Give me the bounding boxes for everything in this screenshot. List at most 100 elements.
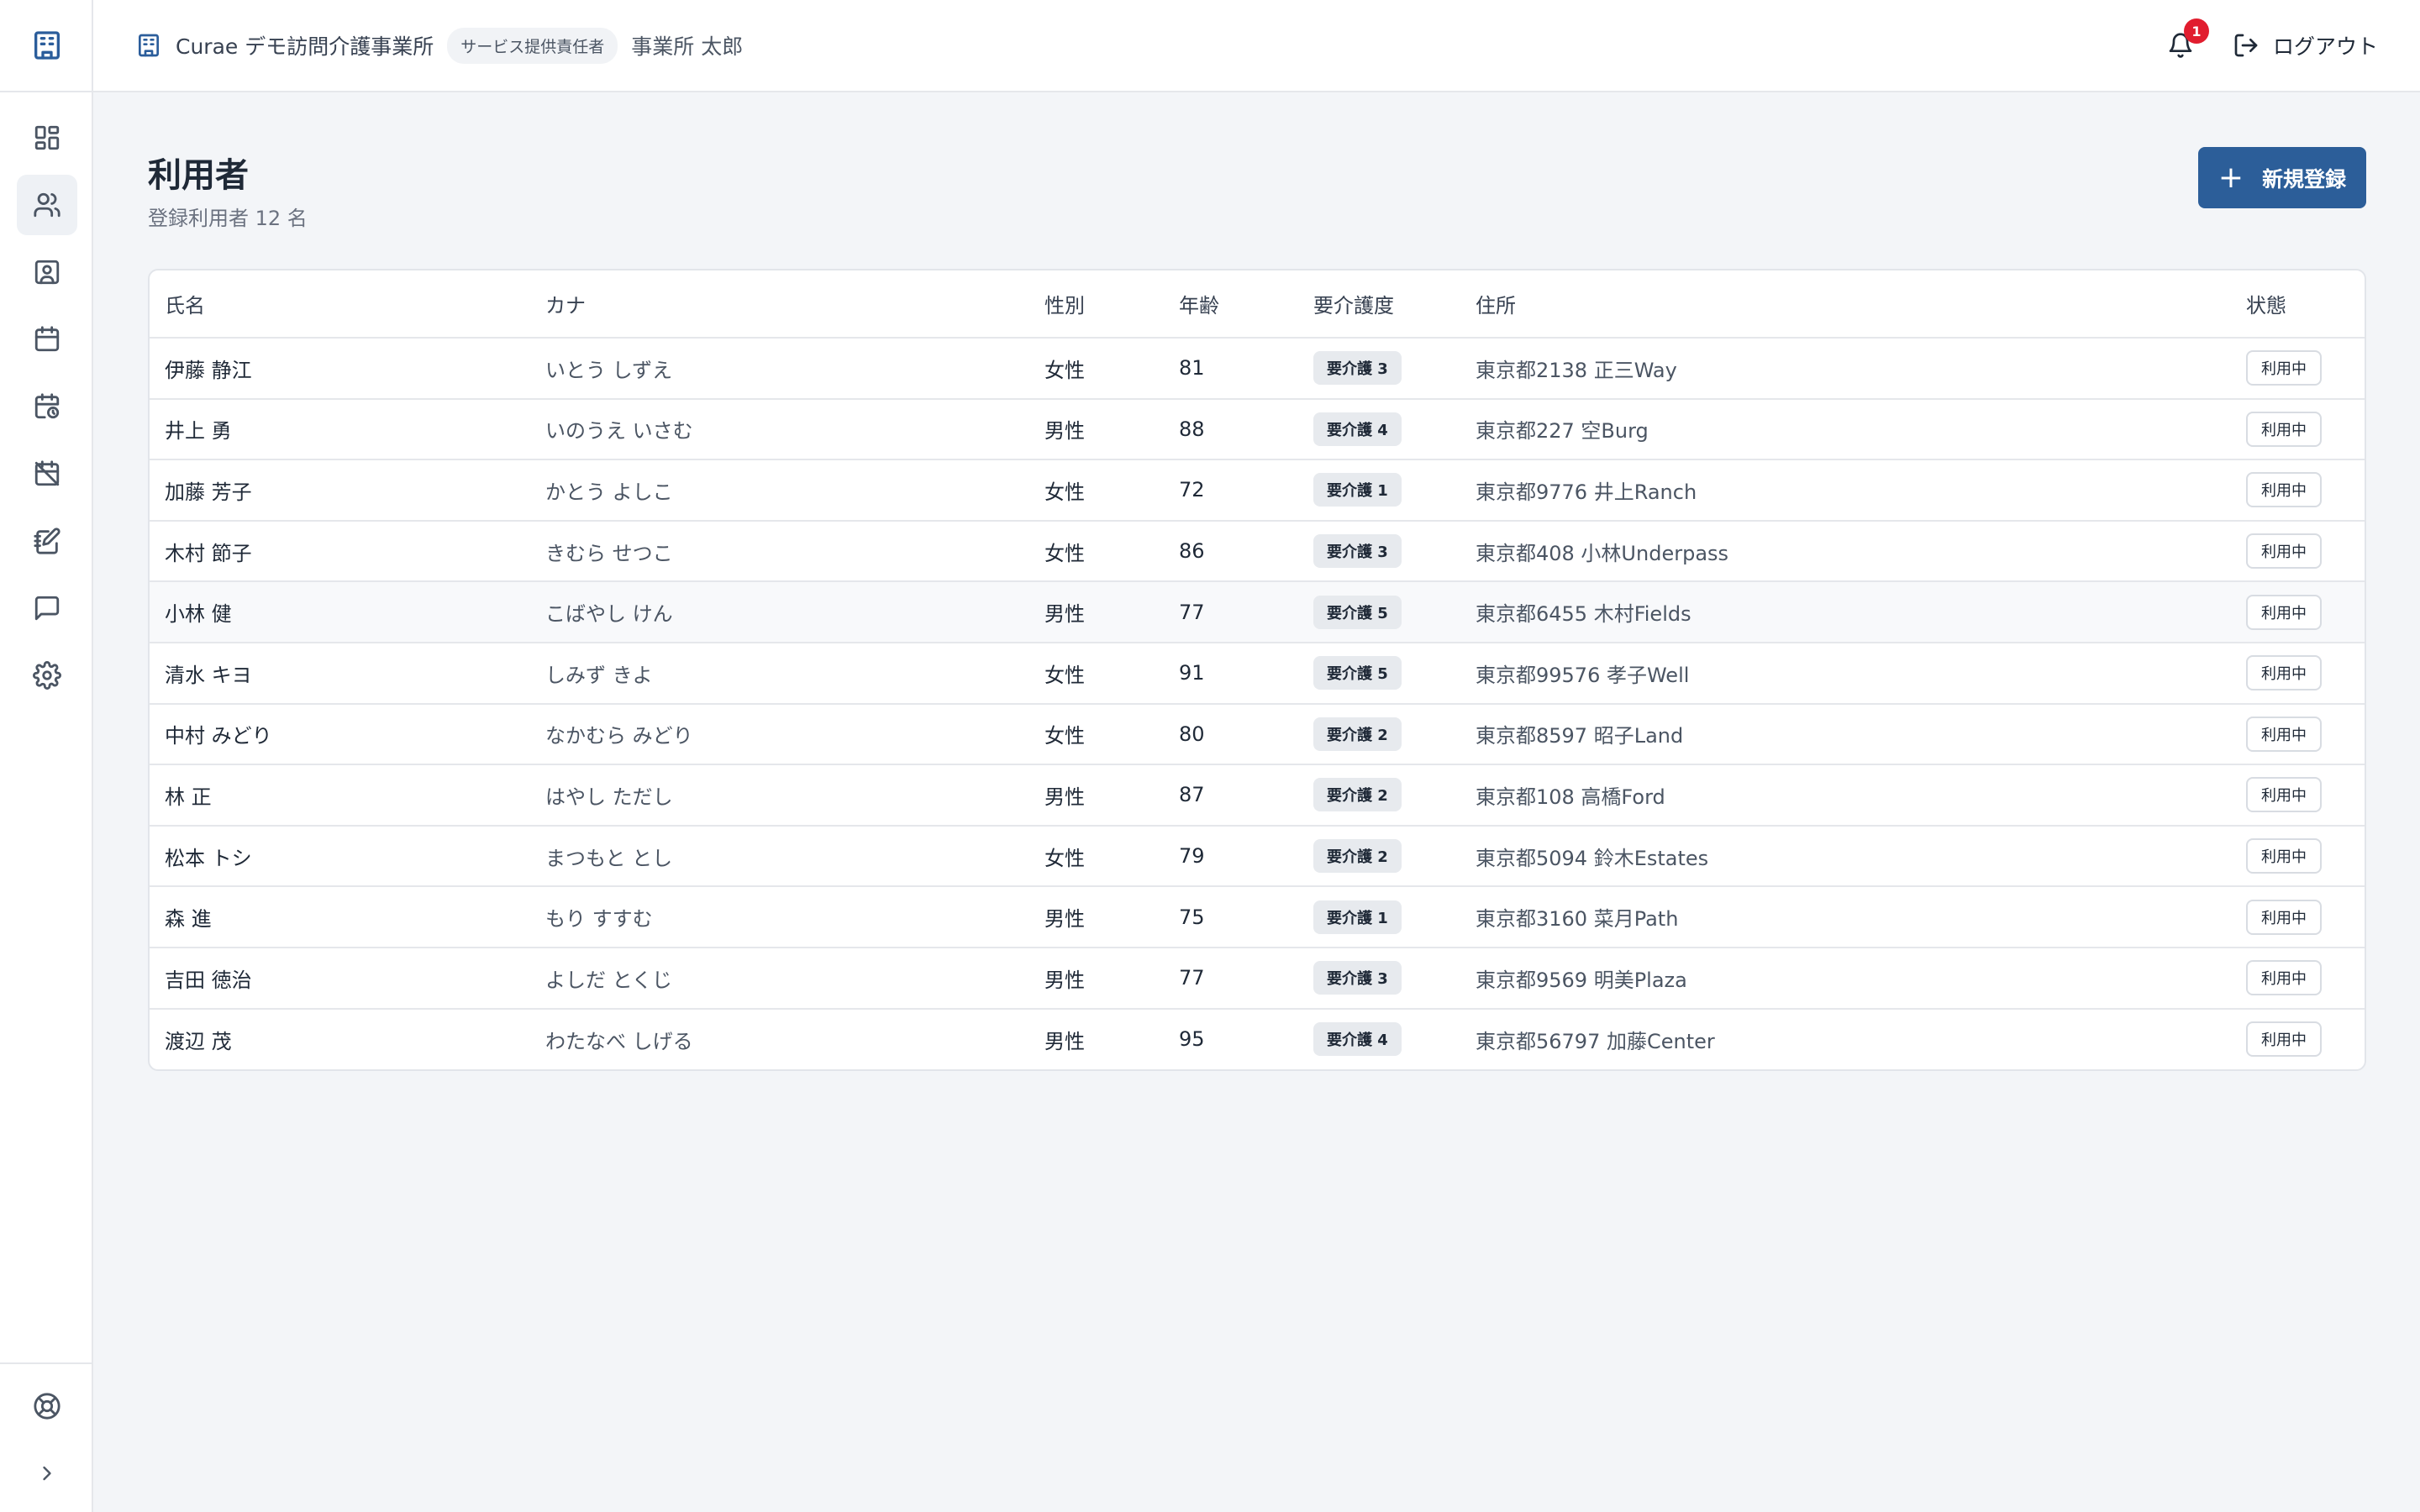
column-header-address[interactable]: 住所	[1460, 270, 2231, 339]
page-subtitle: 登録利用者 12 名	[148, 207, 308, 230]
address-text: 東京都99576 孝子Well	[1476, 663, 1690, 687]
building-icon	[34, 31, 60, 60]
app-logo[interactable]	[0, 0, 93, 92]
contact-card-icon	[34, 260, 59, 285]
cell-care-level: 要介護 4	[1298, 398, 1460, 461]
cell-kana: もり すすむ	[530, 886, 1029, 948]
cell-status: 利用中	[2231, 581, 2365, 643]
cell-age: 91	[1164, 642, 1298, 705]
logout-button[interactable]: ログアウト	[2233, 30, 2378, 60]
cell-age: 77	[1164, 947, 1298, 1010]
cell-gender: 女性	[1029, 338, 1164, 400]
user-name-text: 吉田 徳治	[165, 968, 252, 992]
gender-text: 女性	[1044, 358, 1085, 382]
cell-status: 利用中	[2231, 398, 2365, 461]
building-icon	[135, 32, 162, 59]
column-header-care-level[interactable]: 要介護度	[1298, 270, 1460, 339]
table-row[interactable]: 清水 キヨ しみず きよ 女性 91 要介護 5 東京都99576 孝子Well 利用中	[150, 642, 2365, 705]
cell-kana: なかむら みどり	[530, 703, 1029, 766]
cell-care-level: 要介護 2	[1298, 703, 1460, 766]
cell-name: 小林 健	[150, 581, 530, 643]
cell-kana: かとう よしこ	[530, 459, 1029, 522]
age-text: 79	[1179, 844, 1205, 869]
table-row[interactable]: 吉田 徳治 よしだ とくじ 男性 77 要介護 3 東京都9569 明美Plaza 利用中	[150, 947, 2365, 1010]
cell-care-level: 要介護 3	[1298, 947, 1460, 1010]
gender-text: 女性	[1044, 480, 1085, 504]
care-level-badge: 要介護 2	[1313, 717, 1402, 751]
table-row[interactable]: 伊藤 静江 いとう しずえ 女性 81 要介護 3 東京都2138 正三Way 利用中	[150, 338, 2365, 400]
new-registration-button[interactable]: + 新規登録	[2198, 147, 2366, 208]
status-badge: 利用中	[2246, 472, 2322, 508]
cell-age: 72	[1164, 459, 1298, 522]
kana-text: いとう しずえ	[545, 358, 673, 382]
sidebar-item-users[interactable]	[16, 175, 77, 235]
sidebar-item-records[interactable]	[17, 511, 77, 571]
status-badge: 利用中	[2246, 655, 2322, 691]
sidebar-item-schedule[interactable]	[17, 376, 77, 437]
kana-text: しみず きよ	[545, 663, 653, 687]
cell-gender: 女性	[1029, 520, 1164, 583]
sidebar-item-cancellations[interactable]	[17, 444, 77, 504]
table-row[interactable]: 中村 みどり なかむら みどり 女性 80 要介護 2 東京都8597 昭子Land 利用中	[150, 703, 2365, 766]
cell-kana: よしだ とくじ	[530, 947, 1029, 1010]
column-header-age[interactable]: 年齢	[1164, 270, 1298, 339]
column-header-status[interactable]: 状態	[2231, 270, 2365, 339]
age-text: 80	[1179, 722, 1205, 746]
cell-address: 東京都227 空Burg	[1460, 398, 2231, 461]
sidebar-item-messages[interactable]	[17, 578, 77, 638]
column-header-gender[interactable]: 性別	[1029, 270, 1164, 339]
address-text: 東京都227 空Burg	[1476, 419, 1649, 444]
cell-name: 伊藤 静江	[150, 338, 530, 400]
age-text: 86	[1179, 539, 1205, 564]
role-badge: サービス提供責任者	[447, 27, 618, 64]
cell-status: 利用中	[2231, 1009, 2365, 1070]
age-text: 95	[1179, 1027, 1205, 1052]
sidebar-item-dashboard[interactable]	[17, 108, 77, 168]
table-row[interactable]: 加藤 芳子 かとう よしこ 女性 72 要介護 1 東京都9776 井上Ranch 利用中	[150, 459, 2365, 522]
age-text: 77	[1179, 600, 1205, 624]
cell-kana: わたなべ しげる	[530, 1009, 1029, 1070]
cell-age: 86	[1164, 520, 1298, 583]
notifications-button[interactable]: 1	[2167, 18, 2209, 59]
table-row[interactable]: 松本 トシ まつもと とし 女性 79 要介護 2 東京都5094 鈴木Estates 利用…	[150, 825, 2365, 888]
cell-care-level: 要介護 3	[1298, 520, 1460, 583]
notification-count-badge: 1	[2183, 18, 2209, 44]
column-header-name[interactable]: 氏名	[150, 270, 530, 339]
table-row[interactable]: 木村 節子 きむら せつこ 女性 86 要介護 3 東京都408 小林Underpass 利…	[150, 520, 2365, 583]
table-row[interactable]: 森 進 もり すすむ 男性 75 要介護 1 東京都3160 菜月Path 利用中	[150, 886, 2365, 948]
column-header-kana[interactable]: カナ	[530, 270, 1029, 339]
sidebar-item-settings[interactable]	[17, 645, 77, 706]
sidebar-expand-button[interactable]	[17, 1443, 77, 1504]
notebook-pen-icon	[33, 528, 60, 554]
help-button[interactable]	[17, 1376, 77, 1436]
care-level-badge: 要介護 5	[1313, 656, 1402, 690]
gender-text: 男性	[1044, 1029, 1085, 1053]
sidebar-item-contacts[interactable]	[17, 242, 77, 302]
address-text: 東京都56797 加藤Center	[1476, 1029, 1715, 1053]
cell-care-level: 要介護 3	[1298, 338, 1460, 400]
table-row[interactable]: 井上 勇 いのうえ いさむ 男性 88 要介護 4 東京都227 空Burg 利用中	[150, 398, 2365, 461]
calendar-off-icon	[34, 460, 59, 486]
cell-care-level: 要介護 2	[1298, 825, 1460, 888]
cell-age: 88	[1164, 398, 1298, 461]
user-name-text: 林 正	[165, 785, 212, 809]
table-row[interactable]: 林 正 はやし ただし 男性 87 要介護 2 東京都108 高橋Ford 利用中	[150, 764, 2365, 827]
cell-age: 75	[1164, 886, 1298, 948]
plus-icon: +	[2217, 160, 2244, 195]
sidebar-item-calendar[interactable]	[17, 309, 77, 370]
table-row[interactable]: 小林 健 こばやし けん 男性 77 要介護 5 東京都6455 木村Fields 利用中	[150, 581, 2365, 643]
gender-text: 男性	[1044, 968, 1085, 992]
cell-kana: いとう しずえ	[530, 338, 1029, 400]
cell-kana: いのうえ いさむ	[530, 398, 1029, 461]
care-level-badge: 要介護 3	[1313, 961, 1402, 995]
age-text: 88	[1179, 417, 1205, 441]
top-header: Curae デモ訪問介護事業所 サービス提供責任者 事業所 太郎 1 ログアウト	[93, 0, 2420, 92]
table-row[interactable]: 渡辺 茂 わたなべ しげる 男性 95 要介護 4 東京都56797 加藤Center 利用…	[150, 1009, 2365, 1070]
gender-text: 男性	[1044, 785, 1085, 809]
cell-name: 渡辺 茂	[150, 1009, 530, 1070]
address-text: 東京都9569 明美Plaza	[1476, 968, 1687, 992]
cell-name: 森 進	[150, 886, 530, 948]
users-table-card: 氏名 カナ 性別 年齢 要介護度 住所 状態 伊藤 静江 いとう しずえ 女性 81 要…	[148, 269, 2366, 1072]
gender-text: 女性	[1044, 663, 1085, 687]
user-name-text: 中村 みどり	[165, 724, 272, 748]
